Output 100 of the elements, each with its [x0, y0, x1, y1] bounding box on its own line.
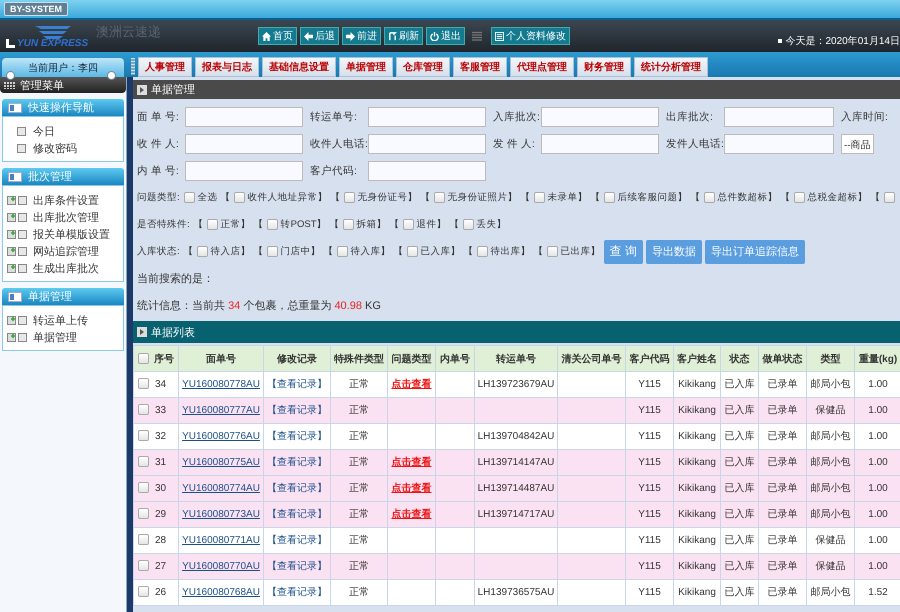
table-cell: LH139714487AU [478, 482, 554, 494]
checkbox[interactable] [206, 219, 218, 230]
menu-tab[interactable]: 统计分析管理 [634, 57, 708, 77]
option-label: 丢失】 [476, 218, 507, 231]
bracket-text: 【 [324, 245, 334, 258]
option-label: 总税金超标】 [808, 191, 868, 204]
menu-tab[interactable]: 基础信息设置 [262, 57, 336, 77]
checkbox[interactable] [476, 246, 488, 257]
option-label: 无身份证照片】 [448, 191, 518, 204]
input-field[interactable] [368, 106, 486, 126]
checkbox[interactable] [138, 430, 149, 442]
checkbox[interactable] [546, 246, 558, 257]
checkbox[interactable] [138, 456, 149, 468]
bracket-text: 【 [450, 218, 460, 231]
sidebar-item[interactable]: 出库批次管理 [3, 209, 123, 226]
square-bullet-icon [778, 39, 782, 43]
checkbox[interactable] [794, 192, 805, 203]
menu-icon [4, 81, 16, 89]
filter-label: 是否特殊件: [137, 218, 190, 231]
grip-handle[interactable] [131, 58, 135, 75]
checkbox[interactable] [138, 586, 149, 598]
checkbox[interactable] [234, 192, 245, 203]
profile-button[interactable]: 个人资料修改 [491, 27, 570, 45]
table-cell: LH139714717AU [478, 508, 554, 520]
menu-tab[interactable]: 报表与日志 [195, 57, 259, 77]
menu-tab[interactable]: 客服管理 [453, 57, 507, 77]
window-icon [8, 172, 22, 182]
checkbox[interactable] [336, 246, 348, 257]
checkbox[interactable] [138, 534, 149, 546]
field-label: 面 单 号: [137, 110, 180, 124]
bracket-text: 【 [220, 191, 231, 204]
bracket-text: 【 [590, 191, 601, 204]
menu-tab[interactable]: 财务管理 [577, 57, 631, 77]
bracket-text: 【 [464, 245, 474, 258]
table-cell: 正常 [330, 580, 388, 606]
input-field[interactable] [541, 106, 659, 126]
play-icon [137, 84, 147, 94]
checkbox[interactable] [184, 192, 195, 203]
bracket-text: 【 [394, 245, 404, 258]
table-cell: 33 [134, 398, 178, 424]
table-cell: Y115 [626, 580, 674, 606]
checkbox[interactable] [402, 219, 414, 230]
stats-text: 统计信息：当前共 34 个包裹，总重量为 40.98 KG [137, 298, 382, 314]
field-label: 入库时间: [841, 110, 885, 124]
panel-header: 单据管理 [133, 80, 900, 99]
select-field[interactable]: --商品 [841, 134, 874, 154]
add-page-icon [7, 264, 27, 274]
sidebar-item[interactable]: 单据管理 [3, 329, 123, 346]
checkbox[interactable] [138, 404, 149, 416]
sidebar-item[interactable]: 今日 [3, 123, 123, 140]
sidebar-item[interactable]: 出库条件设置 [3, 192, 123, 209]
checkbox[interactable] [138, 353, 149, 364]
checkbox[interactable] [266, 219, 278, 230]
sidebar-item[interactable]: 修改密码 [3, 140, 123, 157]
bracket-text: 【 [870, 191, 881, 204]
sidebar-item[interactable]: 网站追踪管理 [3, 243, 123, 260]
input-field[interactable] [541, 134, 659, 154]
input-field[interactable] [368, 134, 486, 154]
checkbox[interactable] [434, 192, 445, 203]
field-label: 入库批次: [493, 110, 539, 124]
menu-tab[interactable]: 单据管理 [339, 57, 393, 77]
input-field[interactable] [185, 160, 303, 180]
table-cell: 已录单 [758, 580, 806, 606]
input-field[interactable] [368, 160, 486, 180]
checkbox[interactable] [462, 219, 474, 230]
input-field[interactable] [185, 106, 303, 126]
input-field[interactable] [724, 106, 834, 126]
table-cell: 28 [134, 528, 178, 554]
checkbox[interactable] [342, 219, 354, 230]
column-header: 重量(kg) [854, 346, 900, 372]
checkbox[interactable] [534, 192, 545, 203]
checkbox[interactable] [138, 508, 149, 520]
checkbox[interactable] [138, 560, 149, 572]
nav-button[interactable]: 首页 [258, 27, 297, 45]
menu-tab[interactable]: 仓库管理 [396, 57, 450, 77]
nav-button[interactable]: 退出 [426, 27, 465, 45]
nav-button[interactable]: 刷新 [384, 27, 423, 45]
input-field[interactable] [724, 134, 834, 154]
table-cell: 27 [134, 554, 178, 580]
nav-button[interactable]: 后退 [300, 27, 339, 45]
checkbox[interactable] [138, 378, 149, 390]
checkbox[interactable] [704, 192, 715, 203]
option-label: 已入库】 [420, 245, 461, 258]
document-icon [495, 32, 504, 40]
sidebar-item[interactable]: 报关单模版设置 [3, 226, 123, 243]
menu-tab[interactable]: 人事管理 [138, 57, 192, 77]
nav-button[interactable]: 前进 [342, 27, 381, 45]
add-page-icon [7, 316, 27, 326]
checkbox[interactable] [884, 192, 895, 203]
checkbox[interactable] [406, 246, 418, 257]
checkbox[interactable] [138, 482, 149, 494]
menu-tab[interactable]: 代理点管理 [510, 57, 574, 77]
field-label: 内 单 号: [137, 164, 180, 178]
sidebar-item[interactable]: 生成出库批次 [3, 260, 123, 277]
checkbox[interactable] [196, 246, 208, 257]
checkbox[interactable] [266, 246, 278, 257]
input-field[interactable] [185, 134, 303, 154]
sidebar-item[interactable]: 转运单上传 [3, 312, 123, 329]
checkbox[interactable] [344, 192, 355, 203]
checkbox[interactable] [604, 192, 615, 203]
